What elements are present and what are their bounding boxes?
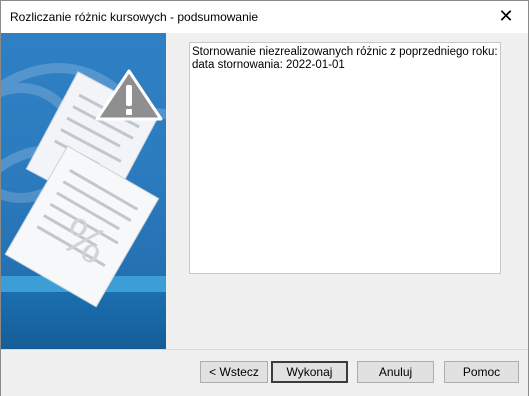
title-bar: Rozliczanie różnic kursowych - podsumowa… bbox=[1, 1, 528, 32]
dialog-window: Rozliczanie różnic kursowych - podsumowa… bbox=[0, 0, 529, 396]
documents-illustration: % bbox=[1, 63, 166, 308]
cancel-button[interactable]: Anuluj bbox=[357, 361, 434, 383]
content-area: Stornowanie niezrealizowanych różnic z p… bbox=[166, 33, 528, 349]
summary-textbox[interactable]: Stornowanie niezrealizowanych różnic z p… bbox=[189, 42, 501, 274]
back-button[interactable]: < Wstecz bbox=[200, 361, 268, 383]
summary-line-1: Stornowanie niezrealizowanych różnic z p… bbox=[192, 46, 498, 58]
wizard-side-image: % bbox=[1, 33, 166, 349]
button-bar: < Wstecz Wykonaj Anuluj Pomoc bbox=[1, 349, 528, 396]
execute-button[interactable]: Wykonaj bbox=[271, 361, 348, 383]
help-button[interactable]: Pomoc bbox=[444, 361, 519, 383]
summary-line-2: data stornowania: 2022-01-01 bbox=[192, 59, 345, 71]
window-title: Rozliczanie różnic kursowych - podsumowa… bbox=[10, 10, 259, 24]
close-icon[interactable]: ✕ bbox=[496, 6, 516, 26]
